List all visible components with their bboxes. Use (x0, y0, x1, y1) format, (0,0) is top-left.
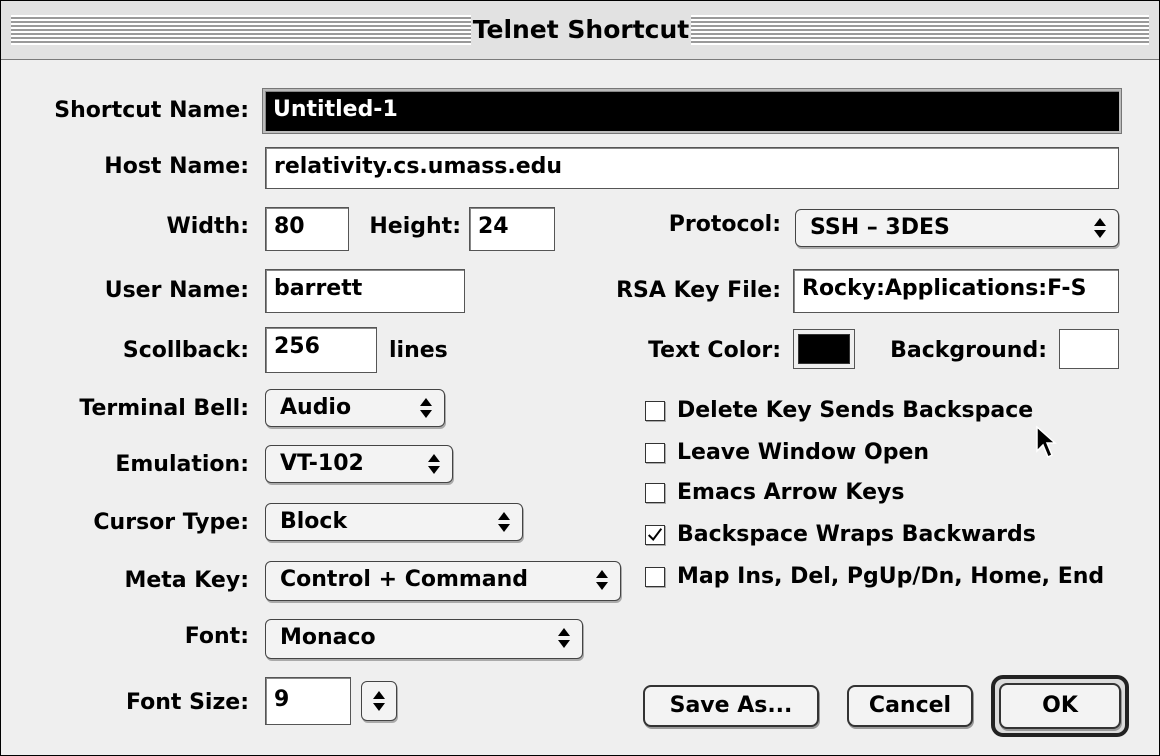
up-down-arrows-icon (498, 512, 510, 532)
protocol-value: SSH – 3DES (810, 215, 950, 240)
meta-key-popup[interactable]: Control + Command (265, 561, 621, 601)
terminal-bell-value: Audio (280, 395, 352, 420)
background-label: Background: (890, 338, 1047, 363)
shortcut-name-field[interactable]: Untitled-1 (262, 88, 1122, 134)
window-title: Telnet Shortcut (471, 11, 691, 49)
checkbox-emacs-arrow-keys[interactable] (645, 483, 665, 503)
emulation-popup[interactable]: VT-102 (265, 445, 453, 483)
host-name-field[interactable]: relativity.cs.umass.edu (265, 147, 1119, 189)
lines-label: lines (389, 338, 448, 363)
host-name-label: Host Name: (104, 154, 249, 179)
up-down-arrows-icon (428, 454, 440, 474)
rsa-key-file-field[interactable]: Rocky:Applications:F-S (793, 269, 1119, 313)
font-popup[interactable]: Monaco (265, 619, 583, 659)
checkbox-backspace-wraps-backwards[interactable] (645, 525, 665, 545)
background-color-swatch[interactable] (1059, 329, 1119, 369)
font-size-field[interactable]: 9 (265, 677, 351, 725)
scrollback-field[interactable]: 256 (265, 327, 377, 373)
scrollback-label: Scollback: (122, 338, 249, 363)
text-color-swatch[interactable] (793, 329, 855, 369)
telnet-shortcut-dialog: Telnet Shortcut Shortcut Name: Untitled-… (0, 0, 1160, 756)
user-name-label: User Name: (104, 278, 249, 303)
cursor-type-value: Block (280, 509, 348, 534)
title-bar[interactable]: Telnet Shortcut (1, 1, 1159, 60)
protocol-popup[interactable]: SSH – 3DES (795, 209, 1119, 247)
height-field[interactable]: 24 (469, 207, 555, 251)
checkmark-icon (647, 528, 663, 542)
font-label: Font: (184, 624, 249, 649)
checkbox-label: Emacs Arrow Keys (677, 480, 905, 505)
text-color-label: Text Color: (648, 338, 781, 363)
checkbox-map-ins-del-pgup[interactable] (645, 567, 665, 587)
cancel-button[interactable]: Cancel (847, 685, 973, 727)
width-label: Width: (166, 214, 249, 239)
width-field[interactable]: 80 (265, 207, 349, 251)
up-down-arrows-icon (1094, 218, 1106, 238)
meta-key-value: Control + Command (280, 567, 529, 592)
cursor-type-label: Cursor Type: (93, 510, 249, 535)
terminal-bell-label: Terminal Bell: (79, 396, 249, 421)
up-down-arrows-icon (420, 398, 432, 418)
checkbox-label: Leave Window Open (677, 440, 930, 465)
font-value: Monaco (280, 625, 376, 650)
checkbox-delete-key-sends-backspace[interactable] (645, 401, 665, 421)
save-as-button[interactable]: Save As... (643, 685, 819, 727)
ok-button-default-ring: OK (991, 675, 1129, 737)
checkbox-label: Delete Key Sends Backspace (677, 398, 1034, 423)
checkbox-leave-window-open[interactable] (645, 443, 665, 463)
checkbox-label: Map Ins, Del, PgUp/Dn, Home, End (677, 564, 1105, 589)
emulation-label: Emulation: (115, 452, 249, 477)
rsa-key-file-label: RSA Key File: (616, 278, 781, 303)
user-name-field[interactable]: barrett (265, 269, 465, 313)
mouse-pointer-icon (1036, 425, 1057, 459)
up-down-arrows-icon (596, 570, 608, 590)
font-size-label: Font Size: (126, 690, 249, 715)
checkbox-label: Backspace Wraps Backwards (677, 522, 1036, 547)
text-color-fill (798, 334, 850, 364)
height-label: Height: (369, 214, 461, 239)
background-color-fill (1064, 334, 1114, 364)
ok-button[interactable]: OK (999, 683, 1121, 729)
cursor-type-popup[interactable]: Block (265, 503, 523, 541)
up-down-arrows-icon (373, 691, 385, 711)
meta-key-label: Meta Key: (124, 568, 249, 593)
shortcut-name-label: Shortcut Name: (54, 98, 249, 123)
font-size-stepper[interactable] (361, 681, 397, 721)
protocol-label: Protocol: (668, 212, 781, 237)
terminal-bell-popup[interactable]: Audio (265, 389, 445, 427)
emulation-value: VT-102 (280, 451, 364, 476)
up-down-arrows-icon (558, 628, 570, 648)
